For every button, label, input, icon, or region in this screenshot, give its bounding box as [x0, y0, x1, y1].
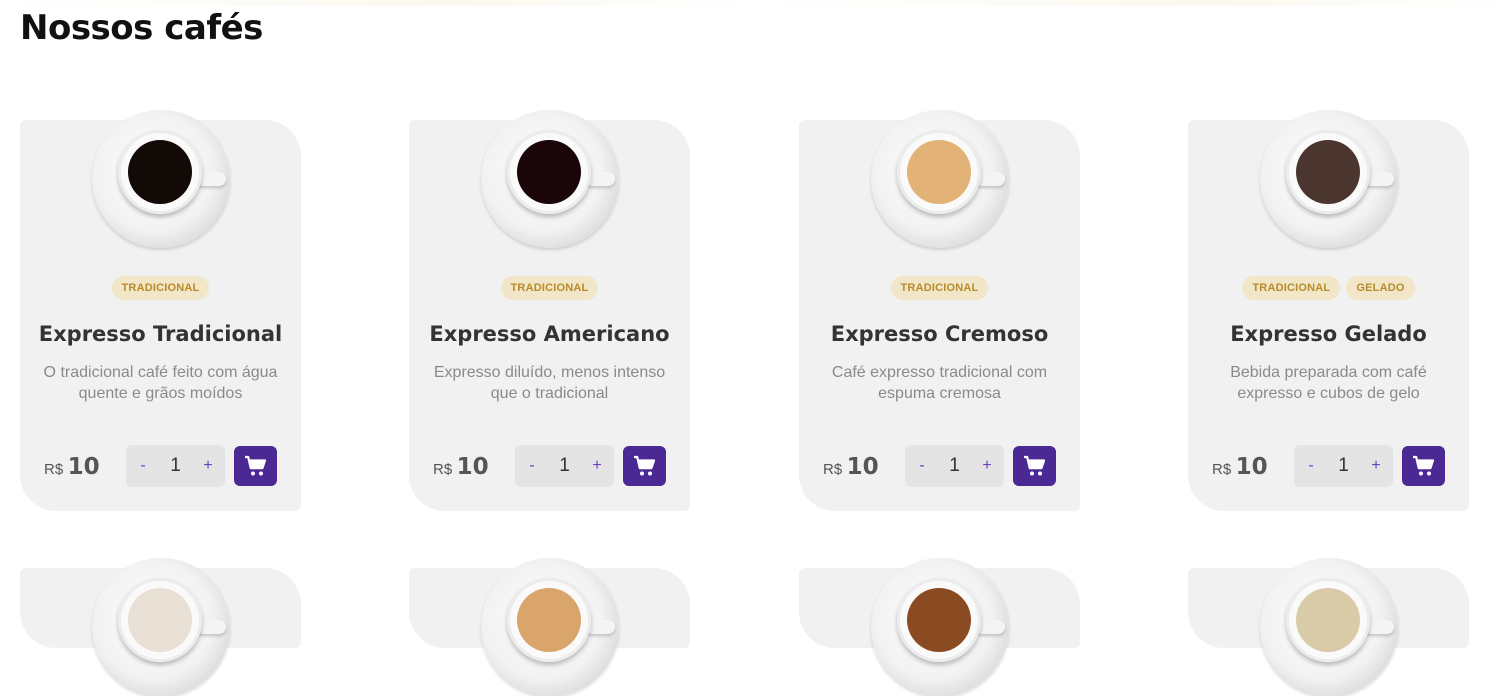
- coffee-cup-image: [92, 558, 230, 696]
- coffee-surface: [1296, 140, 1360, 204]
- product-name: Expresso Cremoso: [830, 322, 1049, 346]
- cart-icon: [633, 455, 657, 477]
- add-to-cart-button[interactable]: [234, 446, 277, 486]
- top-banner-edge: [0, 0, 1512, 6]
- product-description: Café expresso tradicional com espuma cre…: [831, 364, 1048, 402]
- decrease-quantity-button[interactable]: -: [915, 457, 929, 475]
- coffee-cup-image: [481, 558, 619, 696]
- tag-list: TRADICIONAL: [409, 276, 690, 300]
- product-price: R$ 10: [823, 454, 879, 480]
- price-value: 10: [846, 454, 879, 480]
- product-price: R$ 10: [1212, 454, 1268, 480]
- product-name: Expresso Tradicional: [38, 322, 283, 346]
- quantity-value: 1: [170, 455, 181, 476]
- product-card: TRADICIONAL GELADO Expresso Gelado Bebida p…: [1188, 110, 1469, 511]
- coffee-surface: [128, 588, 192, 652]
- product-tag: TRADICIONAL: [890, 276, 989, 300]
- quantity-stepper: - 1 +: [515, 445, 614, 487]
- product-card: TRADICIONAL Expresso Americano Expresso di…: [409, 110, 690, 511]
- page-title: Nossos cafés: [20, 8, 263, 48]
- product-description: Bebida preparada com café expresso e cub…: [1230, 364, 1427, 402]
- increase-quantity-button[interactable]: +: [201, 457, 215, 475]
- product-tag: TRADICIONAL: [1242, 276, 1341, 300]
- product-card: [20, 558, 301, 696]
- product-card: [409, 558, 690, 696]
- increase-quantity-button[interactable]: +: [1369, 457, 1383, 475]
- add-to-cart-button[interactable]: [623, 446, 666, 486]
- coffee-cup-image: [92, 110, 230, 248]
- add-to-cart-button[interactable]: [1402, 446, 1445, 486]
- tag-list: TRADICIONAL GELADO: [1188, 276, 1469, 300]
- quantity-value: 1: [949, 455, 960, 476]
- coffee-surface: [517, 140, 581, 204]
- quantity-stepper: - 1 +: [1294, 445, 1393, 487]
- coffee-surface: [907, 588, 971, 652]
- quantity-stepper: - 1 +: [126, 445, 225, 487]
- add-to-cart-button[interactable]: [1013, 446, 1056, 486]
- increase-quantity-button[interactable]: +: [980, 457, 994, 475]
- coffee-surface: [128, 140, 192, 204]
- currency-symbol: R$: [1212, 461, 1232, 478]
- currency-symbol: R$: [44, 461, 64, 478]
- price-value: 10: [67, 454, 100, 480]
- increase-quantity-button[interactable]: +: [590, 457, 604, 475]
- product-card: TRADICIONAL Expresso Cremoso Café expresso…: [799, 110, 1080, 511]
- coffee-cup-image: [1260, 110, 1398, 248]
- cart-icon: [1023, 455, 1047, 477]
- price-value: 10: [456, 454, 489, 480]
- tag-list: TRADICIONAL: [799, 276, 1080, 300]
- product-tag: TRADICIONAL: [111, 276, 210, 300]
- decrease-quantity-button[interactable]: -: [136, 457, 150, 475]
- product-description: Expresso diluído, menos intenso que o tr…: [433, 364, 666, 402]
- coffee-surface: [907, 140, 971, 204]
- product-tag: TRADICIONAL: [500, 276, 599, 300]
- quantity-stepper: - 1 +: [905, 445, 1004, 487]
- cart-icon: [1412, 455, 1436, 477]
- price-value: 10: [1235, 454, 1268, 480]
- coffee-surface: [517, 588, 581, 652]
- product-tag: GELADO: [1346, 276, 1415, 300]
- coffee-cup-image: [871, 110, 1009, 248]
- quantity-value: 1: [559, 455, 570, 476]
- product-name: Expresso Americano: [429, 322, 670, 346]
- currency-symbol: R$: [823, 461, 843, 478]
- coffee-cup-image: [1260, 558, 1398, 696]
- product-price: R$ 10: [44, 454, 100, 480]
- quantity-value: 1: [1338, 455, 1349, 476]
- decrease-quantity-button[interactable]: -: [525, 457, 539, 475]
- currency-symbol: R$: [433, 461, 453, 478]
- coffee-cup-image: [481, 110, 619, 248]
- product-description: O tradicional café feito com água quente…: [43, 364, 278, 402]
- product-card: TRADICIONAL Expresso Tradicional O tradici…: [20, 110, 301, 511]
- cart-icon: [244, 455, 268, 477]
- decrease-quantity-button[interactable]: -: [1304, 457, 1318, 475]
- tag-list: TRADICIONAL: [20, 276, 301, 300]
- product-price: R$ 10: [433, 454, 489, 480]
- product-card: [799, 558, 1080, 696]
- coffee-surface: [1296, 588, 1360, 652]
- coffee-cup-image: [871, 558, 1009, 696]
- product-name: Expresso Gelado: [1230, 322, 1427, 346]
- product-card: [1188, 558, 1469, 696]
